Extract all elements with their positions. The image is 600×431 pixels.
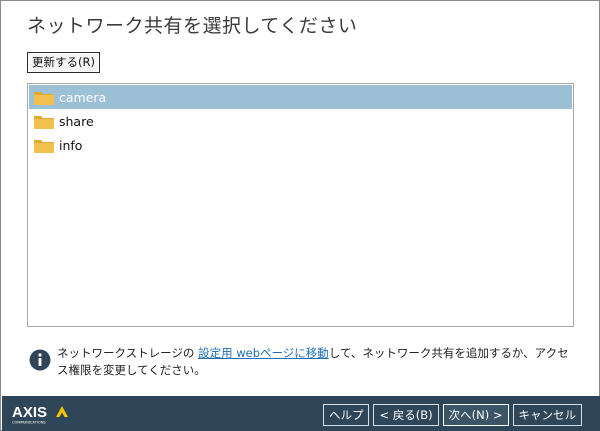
page-title: ネットワーク共有を選択してください — [27, 15, 358, 37]
list-item-info[interactable]: info — [29, 133, 572, 157]
help-button[interactable]: ヘルプ — [322, 404, 370, 426]
wizard-buttons: ヘルプ < 戻る(B) 次へ(N) > キャンセル — [322, 404, 582, 426]
folder-icon — [34, 91, 54, 105]
info-message: ネットワークストレージの 設定用 webページに移動して、ネットワーク共有を追加… — [29, 345, 589, 379]
share-list[interactable]: camera share info — [27, 83, 574, 327]
list-item-label: share — [59, 113, 94, 129]
brand-sub: COMMUNICATIONS — [12, 421, 46, 425]
list-item-share[interactable]: share — [29, 109, 572, 133]
cancel-button[interactable]: キャンセル — [512, 404, 582, 426]
folder-icon — [34, 115, 54, 129]
settings-webpage-link[interactable]: 設定用 webページに移動 — [198, 346, 329, 360]
info-text: ネットワークストレージの 設定用 webページに移動して、ネットワーク共有を追加… — [57, 345, 577, 379]
footer-bar: AXIS COMMUNICATIONS ヘルプ < 戻る(B) 次へ(N) > … — [2, 396, 600, 431]
folder-icon — [34, 139, 54, 153]
info-text-before: ネットワークストレージの — [57, 346, 199, 360]
brand-name: AXIS — [12, 404, 47, 421]
next-button[interactable]: 次へ(N) > — [442, 404, 509, 426]
list-item-label: info — [59, 137, 83, 153]
refresh-button[interactable]: 更新する(R) — [27, 52, 100, 73]
axis-logo: AXIS COMMUNICATIONS — [12, 404, 68, 425]
wizard-window: ネットワーク共有を選択してください 更新する(R) camera share i… — [0, 0, 600, 431]
list-item-label: camera — [59, 89, 107, 105]
back-button[interactable]: < 戻る(B) — [373, 404, 439, 426]
info-icon — [29, 349, 51, 371]
list-item-camera[interactable]: camera — [29, 85, 572, 109]
